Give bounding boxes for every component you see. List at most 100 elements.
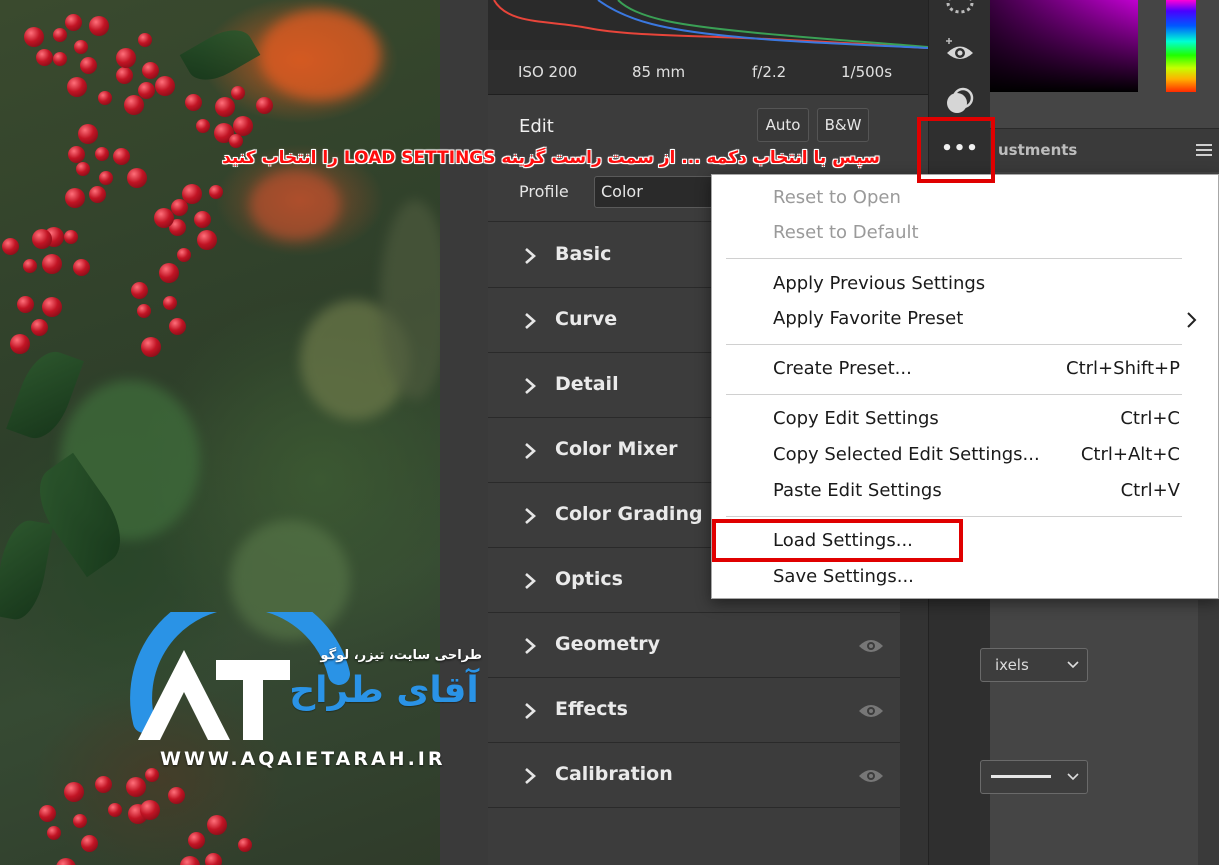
chevron-right-icon xyxy=(525,313,536,329)
berry xyxy=(131,282,148,299)
berry xyxy=(76,162,90,176)
menu-item-save-settings[interactable]: Save Settings... xyxy=(773,566,914,587)
berry xyxy=(31,319,48,336)
berry xyxy=(155,76,175,96)
berry xyxy=(168,787,185,804)
menu-item-create-preset[interactable]: Create Preset... xyxy=(773,358,912,379)
berry xyxy=(229,134,243,148)
edit-title: Edit xyxy=(519,116,554,137)
berry xyxy=(142,62,159,79)
menu-item-apply-previous-settings[interactable]: Apply Previous Settings xyxy=(773,273,985,294)
menu-separator xyxy=(726,394,1182,395)
berry xyxy=(159,263,179,283)
berry xyxy=(256,97,273,114)
logo-url: WWW.AQAIETARAH.IR xyxy=(160,748,446,770)
chevron-right-icon xyxy=(525,248,536,264)
adjustments-tab-label: ustments xyxy=(998,141,1078,159)
berry xyxy=(95,147,109,161)
adjustments-tab[interactable]: ustments xyxy=(990,128,1219,172)
berry xyxy=(108,803,122,817)
berry xyxy=(124,95,144,115)
menu-item-paste-edit-settings[interactable]: Paste Edit Settings xyxy=(773,480,942,501)
berry xyxy=(231,86,245,100)
berry xyxy=(65,188,85,208)
eye-icon[interactable] xyxy=(858,701,884,721)
shutter-speed-value: 1/500s xyxy=(841,63,893,81)
mask-icon[interactable] xyxy=(943,84,977,118)
redeye-icon[interactable] xyxy=(943,34,977,68)
berry xyxy=(194,211,211,228)
berry xyxy=(137,304,151,318)
logo-brand-name: آقای طراح xyxy=(289,670,479,711)
berry xyxy=(197,230,217,250)
berry xyxy=(42,297,62,317)
profile-label: Profile xyxy=(519,182,569,201)
bw-button[interactable]: B&W xyxy=(817,108,869,142)
berry xyxy=(23,259,37,273)
right-panel-scrollbar[interactable] xyxy=(1198,600,1219,865)
berry xyxy=(89,16,109,36)
berry xyxy=(39,805,56,822)
chevron-right-icon xyxy=(525,508,536,524)
chevron-right-icon xyxy=(525,703,536,719)
berry xyxy=(138,82,155,99)
heal-icon[interactable] xyxy=(943,0,977,20)
eye-icon[interactable] xyxy=(858,766,884,786)
chevron-right-icon xyxy=(1187,312,1197,328)
chevron-down-icon xyxy=(1067,661,1079,669)
berry xyxy=(196,119,210,133)
section-effects[interactable]: Effects xyxy=(488,679,900,743)
bokeh-orange xyxy=(260,10,380,100)
section-calibration[interactable]: Calibration xyxy=(488,744,900,808)
berry xyxy=(99,171,113,185)
menu-item-reset-to-default[interactable]: Reset to Default xyxy=(773,222,919,243)
menu-item-copy-selected-edit-settings[interactable]: Copy Selected Edit Settings... xyxy=(773,444,1040,465)
berry xyxy=(65,14,82,31)
berry xyxy=(10,334,30,354)
berry xyxy=(127,168,147,188)
berry xyxy=(141,337,161,357)
menu-item-apply-favorite-preset[interactable]: Apply Favorite Preset xyxy=(773,308,963,329)
logo-tagline: طراحی سایت، تیزر، لوگو xyxy=(320,648,482,663)
chevron-right-icon xyxy=(525,573,536,589)
units-select-value: ixels xyxy=(995,656,1029,674)
leaf xyxy=(0,516,54,624)
shortcut-create-preset: Ctrl+Shift+P xyxy=(1066,358,1180,379)
berry xyxy=(182,184,202,204)
berry xyxy=(67,77,87,97)
instruction-caption: سپس با انتخاب دکمه ... از سمت راست گزینه… xyxy=(222,148,880,168)
berry xyxy=(78,124,98,144)
auto-button[interactable]: Auto xyxy=(757,108,809,142)
berry xyxy=(116,67,133,84)
menu-separator xyxy=(726,516,1182,517)
units-select[interactable]: ixels xyxy=(980,648,1088,682)
menu-item-reset-to-open[interactable]: Reset to Open xyxy=(773,187,901,208)
berry xyxy=(36,49,53,66)
chevron-right-icon xyxy=(525,768,536,784)
berry xyxy=(17,296,34,313)
eye-icon[interactable] xyxy=(858,636,884,656)
berry xyxy=(113,148,130,165)
berry xyxy=(95,776,112,793)
berry xyxy=(24,27,44,47)
chevron-right-icon xyxy=(525,443,536,459)
berry xyxy=(64,782,84,802)
berry xyxy=(73,259,90,276)
berry xyxy=(205,853,222,865)
berry xyxy=(163,296,177,310)
hue-slider[interactable] xyxy=(1166,0,1196,92)
focal-length-value: 85 mm xyxy=(632,63,686,81)
leaf xyxy=(179,20,261,90)
berry xyxy=(74,40,88,54)
color-picker-field[interactable] xyxy=(990,0,1138,92)
panel-menu-icon[interactable] xyxy=(1196,143,1212,157)
berry xyxy=(180,856,200,865)
chevron-right-icon xyxy=(525,378,536,394)
berry xyxy=(53,28,67,42)
shortcut-copy-selected-edit-settings: Ctrl+Alt+C xyxy=(1080,444,1180,465)
style-select[interactable] xyxy=(980,760,1088,794)
exif-bar: ISO 200 85 mm f/2.2 1/500s xyxy=(488,50,928,95)
section-geometry[interactable]: Geometry xyxy=(488,614,900,678)
menu-item-copy-edit-settings[interactable]: Copy Edit Settings xyxy=(773,408,939,429)
chevron-right-icon xyxy=(525,638,536,654)
